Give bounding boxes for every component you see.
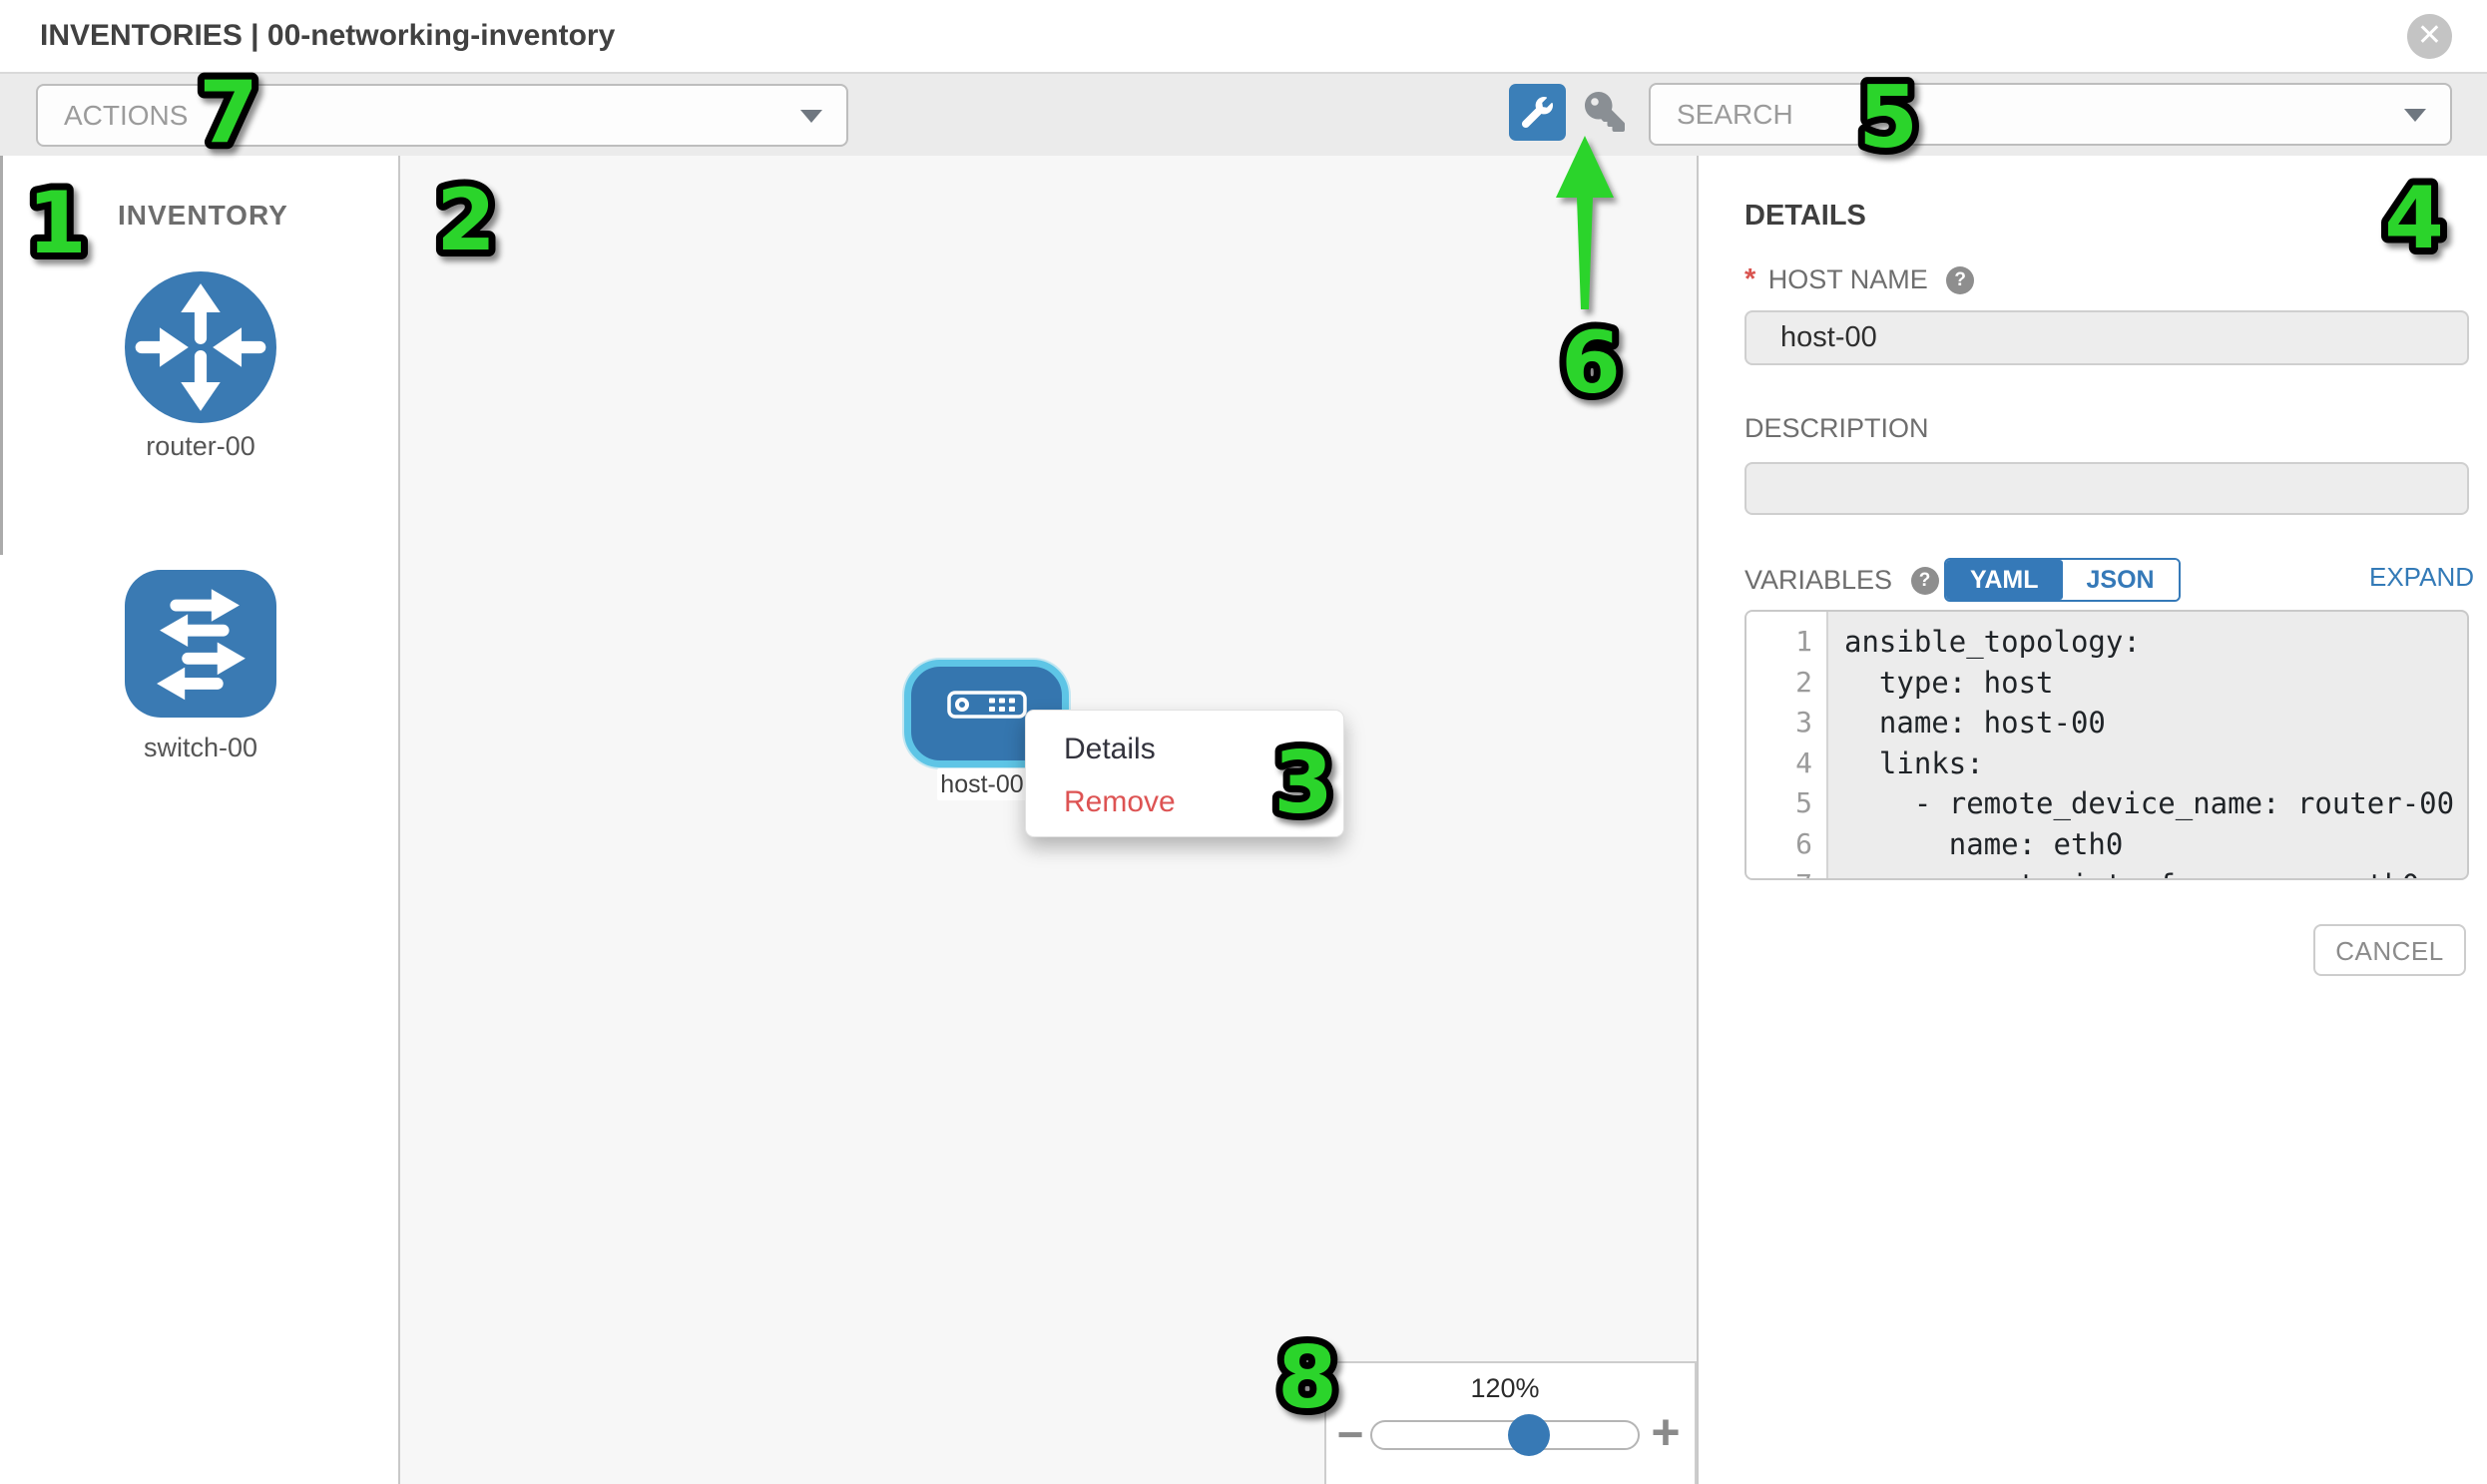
actions-dropdown[interactable]: ACTIONS: [36, 84, 848, 147]
editor-code[interactable]: ansible_topology: type: host name: host-…: [1830, 612, 2467, 880]
menu-item-details[interactable]: Details: [1064, 728, 1156, 771]
toolbar: ACTIONS SEARCH: [0, 74, 2487, 158]
host-name-row: * HOST NAME ?: [1744, 263, 1974, 296]
editor-line-numbers: 1 2 3 4 5 6 7: [1746, 612, 1828, 878]
page-header: INVENTORIES | 00-networking-inventory ✕: [0, 0, 2487, 74]
wrench-icon: [1522, 97, 1553, 128]
sidebar-item-switch[interactable]: [125, 570, 276, 718]
topology-canvas[interactable]: host-00 Details Remove 120% − +: [400, 156, 1697, 1484]
credentials-button[interactable]: [1583, 92, 1629, 134]
line-number: 4: [1746, 743, 1826, 784]
description-field[interactable]: [1744, 462, 2469, 515]
variables-row: VARIABLES ?: [1744, 565, 1939, 596]
host-name-label: HOST NAME: [1768, 264, 1928, 295]
cancel-button[interactable]: CANCEL: [2313, 924, 2466, 976]
line-number: 1: [1746, 622, 1826, 663]
zoom-slider-track[interactable]: [1370, 1420, 1640, 1450]
close-button[interactable]: ✕: [2407, 14, 2452, 59]
variables-format-toggle: YAML JSON: [1944, 558, 2181, 602]
zoom-slider-thumb[interactable]: [1508, 1414, 1550, 1456]
menu-item-remove[interactable]: Remove: [1064, 780, 1176, 824]
line-number: 6: [1746, 824, 1826, 865]
close-icon: ✕: [2417, 19, 2442, 52]
code-line: name: eth0: [1844, 824, 2467, 865]
line-number: 3: [1746, 703, 1826, 743]
page-title: INVENTORIES | 00-networking-inventory: [40, 19, 615, 53]
tools-button[interactable]: [1509, 84, 1566, 141]
node-context-menu: Details Remove: [1025, 710, 1344, 837]
router-icon: [125, 271, 276, 423]
zoom-in-button[interactable]: +: [1642, 1403, 1690, 1461]
inventory-sidebar: INVENTORY router-00 switch-00: [0, 156, 400, 1484]
code-line: - remote_device_name: router-00: [1844, 783, 2467, 824]
host-icon: [947, 691, 1027, 719]
details-panel: DETAILS * HOST NAME ? DESCRIPTION VARIAB…: [1697, 156, 2487, 1484]
code-line: ansible_topology:: [1844, 622, 2467, 663]
code-line: type: host: [1844, 663, 2467, 704]
description-label: DESCRIPTION: [1744, 413, 1929, 444]
key-icon: [1583, 92, 1627, 132]
details-panel-title: DETAILS: [1744, 200, 1866, 233]
help-icon[interactable]: ?: [1946, 266, 1974, 294]
code-line: remote_interface_name: eth0: [1844, 865, 2467, 880]
line-number: 7: [1746, 865, 1826, 880]
tab-json[interactable]: JSON: [2063, 560, 2179, 600]
line-number: 2: [1746, 663, 1826, 704]
sidebar-item-label: switch-00: [125, 733, 276, 763]
actions-dropdown-placeholder: ACTIONS: [64, 100, 188, 132]
code-line: links:: [1844, 743, 2467, 784]
line-number: 5: [1746, 783, 1826, 824]
variables-label: VARIABLES: [1744, 565, 1892, 596]
tab-yaml[interactable]: YAML: [1946, 560, 2063, 600]
expand-link[interactable]: EXPAND: [2369, 562, 2474, 593]
chevron-down-icon: [800, 110, 822, 123]
help-icon[interactable]: ?: [1911, 567, 1939, 595]
zoom-level-value: 120%: [1370, 1373, 1640, 1404]
zoom-control-panel: 120% − +: [1324, 1361, 1697, 1484]
code-line: name: host-00: [1844, 703, 2467, 743]
zoom-out-button[interactable]: −: [1328, 1407, 1372, 1461]
chevron-down-icon: [2404, 109, 2426, 122]
sidebar-title: INVENTORY: [118, 200, 288, 232]
variables-code-editor[interactable]: 1 2 3 4 5 6 7 ansible_topology: type: ho…: [1744, 610, 2469, 880]
sidebar-item-router[interactable]: [125, 271, 276, 423]
switch-icon: [125, 570, 274, 718]
required-asterisk: *: [1744, 263, 1755, 296]
sidebar-item-label: router-00: [125, 431, 276, 462]
host-name-field[interactable]: [1744, 310, 2469, 365]
search-dropdown[interactable]: SEARCH: [1649, 83, 2452, 146]
host-node-label: host-00: [937, 768, 1027, 800]
sidebar-scrollbar[interactable]: [0, 156, 3, 555]
search-dropdown-placeholder: SEARCH: [1677, 99, 1793, 131]
